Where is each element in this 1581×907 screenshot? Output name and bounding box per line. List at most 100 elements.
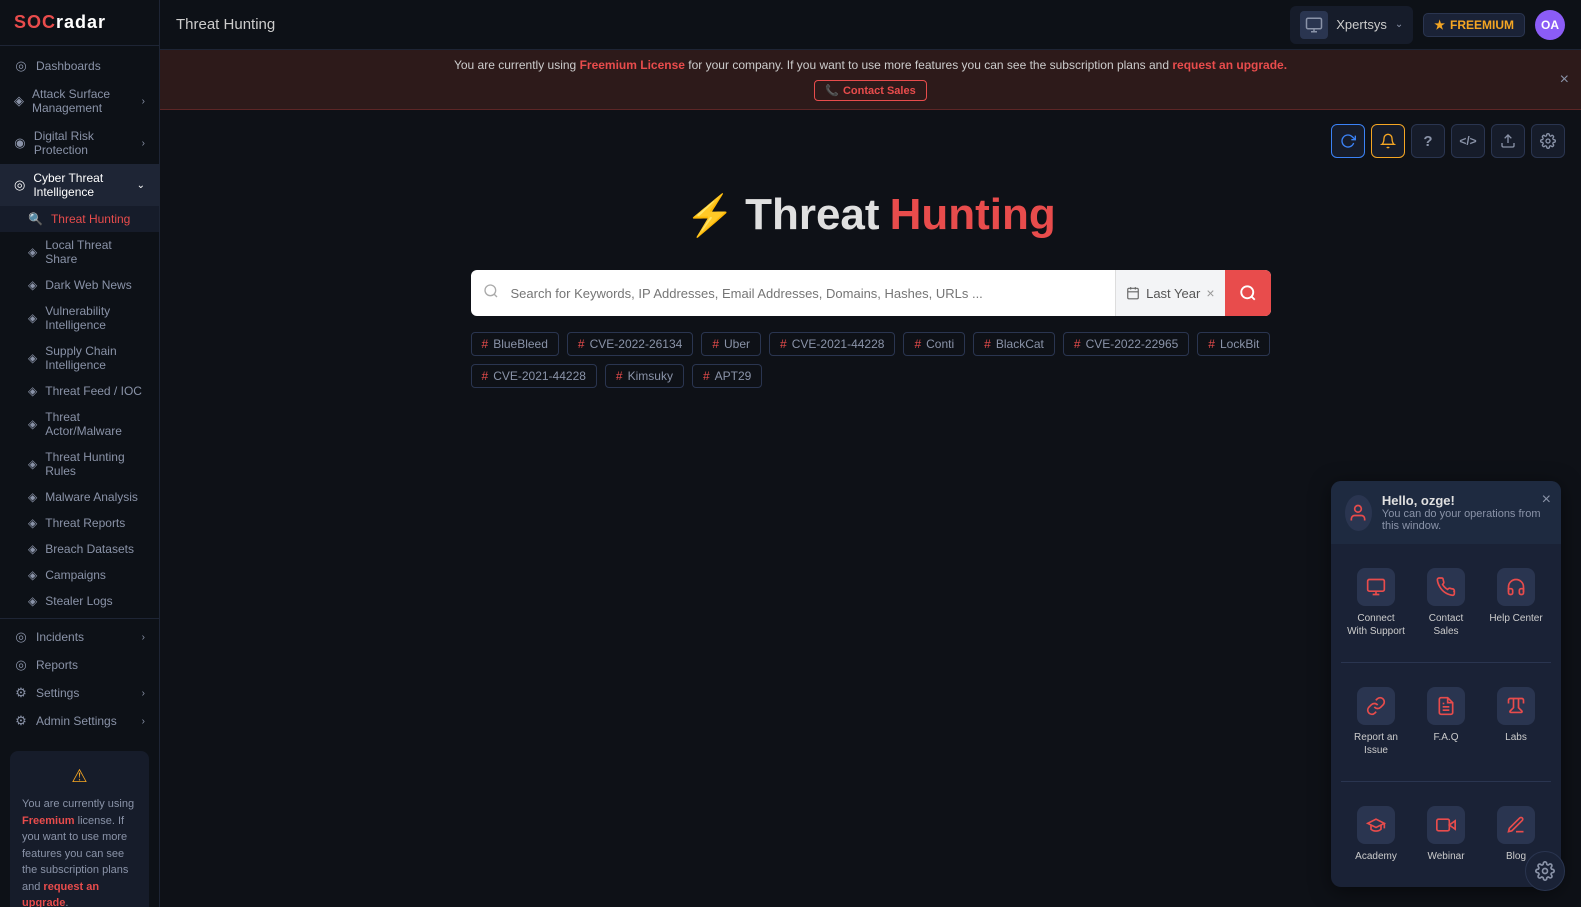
sc-icon: ◈ bbox=[28, 351, 37, 365]
tag-cve-2021-44228[interactable]: # CVE-2021-44228 bbox=[769, 332, 895, 356]
help-close-button[interactable]: × bbox=[1542, 491, 1551, 509]
tf-icon: ◈ bbox=[28, 384, 37, 398]
notification-button[interactable] bbox=[1371, 124, 1405, 158]
banner-close-button[interactable]: × bbox=[1560, 71, 1569, 89]
sidebar-item-label: Local Threat Share bbox=[45, 238, 145, 266]
help-faq[interactable]: F.A.Q bbox=[1411, 677, 1481, 767]
help-center-icon bbox=[1497, 568, 1535, 606]
vi-icon: ◈ bbox=[28, 311, 37, 325]
sidebar-item-cti[interactable]: ◎ Cyber Threat Intelligence ⌄ bbox=[0, 164, 159, 206]
sidebar-item-dark-web[interactable]: ◈ Dark Web News bbox=[0, 272, 159, 298]
sidebar-item-asm[interactable]: ◈ Attack Surface Management › bbox=[0, 80, 159, 122]
sidebar-item-dashboards[interactable]: ◎ Dashboards bbox=[0, 52, 159, 80]
headline-threat: Threat bbox=[745, 190, 879, 240]
banner-contact-sales-button[interactable]: 📞 Contact Sales bbox=[814, 80, 926, 101]
help-grid-row2: Report an Issue F.A.Q Labs bbox=[1331, 663, 1561, 781]
search-button[interactable] bbox=[1225, 270, 1271, 316]
code-button[interactable]: </> bbox=[1451, 124, 1485, 158]
set-icon: ⚙ bbox=[14, 686, 28, 700]
sidebar-item-label: Breach Datasets bbox=[45, 542, 134, 556]
tag-blackcat[interactable]: # BlackCat bbox=[973, 332, 1055, 356]
sidebar-item-threat-actor[interactable]: ◈ Threat Actor/Malware bbox=[0, 404, 159, 444]
chevron-icon: › bbox=[142, 632, 145, 643]
sidebar-item-vuln[interactable]: ◈ Vulnerability Intelligence bbox=[0, 298, 159, 338]
date-filter-label: Last Year bbox=[1146, 286, 1200, 301]
sidebar-item-supply[interactable]: ◈ Supply Chain Intelligence bbox=[0, 338, 159, 378]
sidebar-item-label: Dashboards bbox=[36, 59, 101, 73]
help-button[interactable]: ? bbox=[1411, 124, 1445, 158]
user-initials-badge[interactable]: OA bbox=[1535, 10, 1565, 40]
bolt-icon: ⚡ bbox=[685, 192, 735, 239]
sidebar-item-threat-reports[interactable]: ◈ Threat Reports bbox=[0, 510, 159, 536]
inc-icon: ◎ bbox=[14, 630, 28, 644]
lt-icon: ◈ bbox=[28, 245, 37, 259]
page-title: Threat Hunting bbox=[176, 16, 275, 33]
tag-kimsuky[interactable]: # Kimsuky bbox=[605, 364, 684, 388]
help-contact-sales[interactable]: Contact Sales bbox=[1411, 558, 1481, 648]
sidebar-item-label: Reports bbox=[36, 658, 78, 672]
search-input[interactable] bbox=[511, 286, 1116, 301]
initials: OA bbox=[1541, 18, 1559, 32]
contact-sales-icon bbox=[1427, 568, 1465, 606]
bottom-right-settings-button[interactable] bbox=[1525, 851, 1565, 891]
sidebar-item-label: Campaigns bbox=[45, 568, 106, 582]
refresh-button[interactable] bbox=[1331, 124, 1365, 158]
help-center[interactable]: Help Center bbox=[1481, 558, 1551, 648]
banner-upgrade-link[interactable]: request an upgrade. bbox=[1172, 58, 1287, 72]
sidebar-item-threat-feed[interactable]: ◈ Threat Feed / IOC bbox=[0, 378, 159, 404]
sidebar-item-label: Dark Web News bbox=[45, 278, 131, 292]
tag-cve-2022-22965[interactable]: # CVE-2022-22965 bbox=[1063, 332, 1189, 356]
user-info[interactable]: Xpertsys ⌄ bbox=[1290, 6, 1413, 44]
sidebar-item-label: Attack Surface Management bbox=[32, 87, 134, 115]
nav-divider bbox=[0, 618, 159, 619]
sidebar-item-campaigns[interactable]: ◈ Campaigns bbox=[0, 562, 159, 588]
help-academy[interactable]: Academy bbox=[1341, 796, 1411, 873]
help-avatar bbox=[1345, 495, 1372, 531]
headline-hunting: Hunting bbox=[890, 190, 1056, 240]
thr-icon: ◈ bbox=[28, 457, 37, 471]
question-icon: ? bbox=[1423, 133, 1432, 150]
help-labs[interactable]: Labs bbox=[1481, 677, 1551, 767]
connect-support-icon bbox=[1357, 568, 1395, 606]
freemium-badge: ★ FREEMIUM bbox=[1423, 13, 1525, 37]
chevron-icon: › bbox=[142, 716, 145, 727]
sidebar-item-threat-hunting[interactable]: 🔍 Threat Hunting bbox=[0, 206, 159, 232]
sidebar-item-drp[interactable]: ◉ Digital Risk Protection › bbox=[0, 122, 159, 164]
tag-uber[interactable]: # Uber bbox=[701, 332, 761, 356]
tag-conti[interactable]: # Conti bbox=[903, 332, 965, 356]
help-report-issue[interactable]: Report an Issue bbox=[1341, 677, 1411, 767]
sidebar-item-incidents[interactable]: ◎ Incidents › bbox=[0, 623, 159, 651]
banner-text-mid: for your company. If you want to use mor… bbox=[688, 58, 1172, 72]
adm-icon: ⚙ bbox=[14, 714, 28, 728]
topbar: Threat Hunting Xpertsys ⌄ ★ FREEMIUM OA bbox=[160, 0, 1581, 50]
tag-cve-2022-26134[interactable]: # CVE-2022-26134 bbox=[567, 332, 693, 356]
blog-label: Blog bbox=[1506, 850, 1526, 863]
sidebar-item-local-threat[interactable]: ◈ Local Threat Share bbox=[0, 232, 159, 272]
tag-lockbit[interactable]: # LockBit bbox=[1197, 332, 1270, 356]
help-connect-support[interactable]: Connect With Support bbox=[1341, 558, 1411, 648]
logo-text: SOCradar bbox=[14, 12, 106, 33]
page-headline: ⚡ Threat Hunting bbox=[685, 190, 1055, 240]
sidebar-item-breach[interactable]: ◈ Breach Datasets bbox=[0, 536, 159, 562]
tag-cve-2021-44228b[interactable]: # CVE-2021-44228 bbox=[471, 364, 597, 388]
sl-icon: ◈ bbox=[28, 594, 37, 608]
freemium-link: Freemium bbox=[22, 815, 75, 827]
help-webinar[interactable]: Webinar bbox=[1411, 796, 1481, 873]
sidebar-item-stealer[interactable]: ◈ Stealer Logs bbox=[0, 588, 159, 614]
tag-apt29[interactable]: # APT29 bbox=[692, 364, 762, 388]
export-button[interactable] bbox=[1491, 124, 1525, 158]
sidebar-item-malware[interactable]: ◈ Malware Analysis bbox=[0, 484, 159, 510]
settings-button[interactable] bbox=[1531, 124, 1565, 158]
date-clear-button[interactable]: × bbox=[1206, 285, 1214, 301]
tag-bluebleed[interactable]: # BlueBleed bbox=[471, 332, 559, 356]
sidebar-item-threat-hunting-rules[interactable]: ◈ Threat Hunting Rules bbox=[0, 444, 159, 484]
sidebar-item-reports[interactable]: ◎ Reports bbox=[0, 651, 159, 679]
banner-license-link[interactable]: Freemium License bbox=[580, 58, 685, 72]
upgrade-link: request an upgrade bbox=[22, 881, 99, 907]
help-center-label: Help Center bbox=[1489, 612, 1542, 625]
user-dropdown-icon: ⌄ bbox=[1395, 19, 1403, 30]
sidebar-item-admin[interactable]: ⚙ Admin Settings › bbox=[0, 707, 159, 735]
sidebar-item-settings[interactable]: ⚙ Settings › bbox=[0, 679, 159, 707]
chevron-icon: › bbox=[142, 688, 145, 699]
sidebar-item-label: Threat Reports bbox=[45, 516, 125, 530]
